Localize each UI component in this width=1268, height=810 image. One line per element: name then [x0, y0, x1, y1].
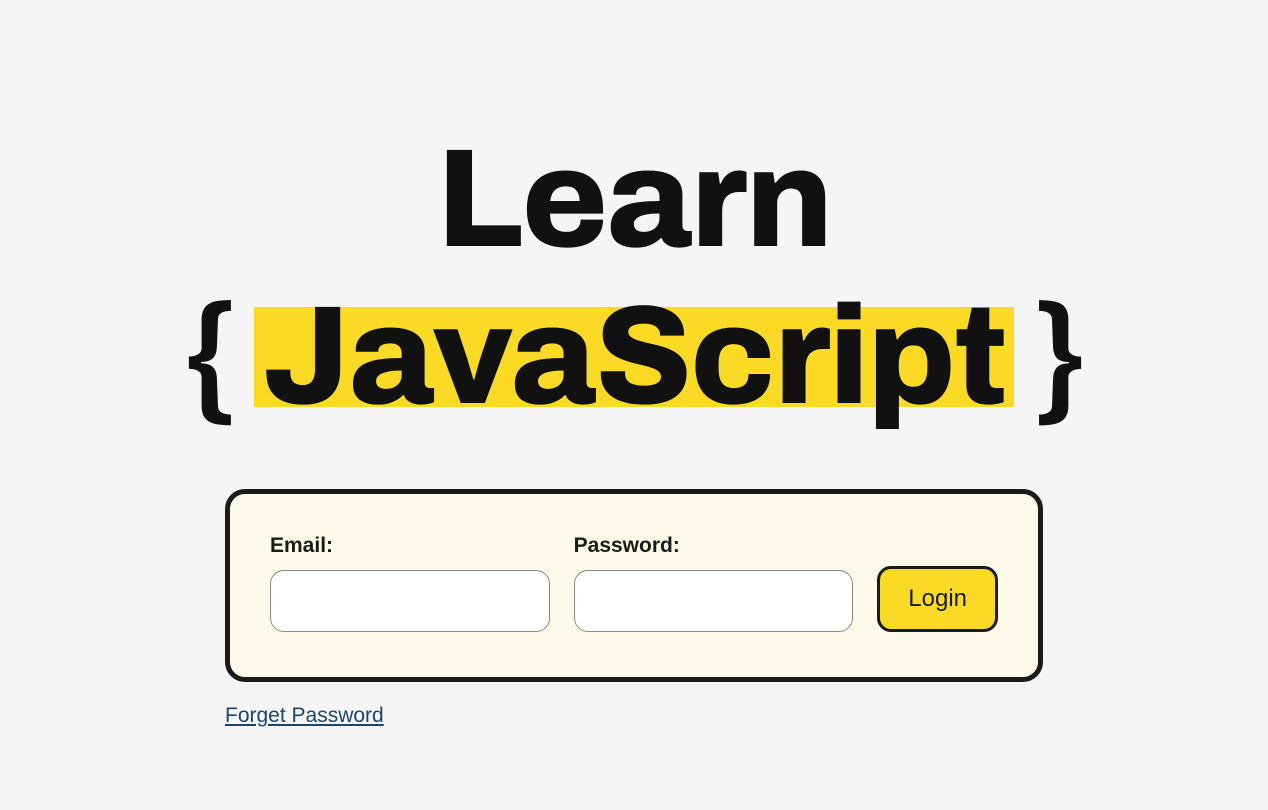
login-button[interactable]: Login: [877, 566, 998, 632]
forgot-password-link[interactable]: Forget Password: [225, 704, 384, 727]
brace-open-icon: {: [183, 280, 236, 434]
login-card: Email: Password: Login: [225, 489, 1043, 682]
email-input[interactable]: [270, 570, 550, 632]
logo-highlighted: JavaScript: [254, 307, 1013, 408]
forgot-password-container: Forget Password: [225, 704, 1043, 728]
logo-line2: { JavaScript }: [183, 280, 1084, 434]
logo-line1: Learn: [183, 130, 1084, 270]
password-label: Password:: [574, 534, 854, 558]
email-label: Email:: [270, 534, 550, 558]
password-field-group: Password:: [574, 534, 854, 632]
brace-close-icon: }: [1032, 280, 1085, 434]
logo: Learn { JavaScript }: [183, 130, 1084, 434]
password-input[interactable]: [574, 570, 854, 632]
email-field-group: Email:: [270, 534, 550, 632]
